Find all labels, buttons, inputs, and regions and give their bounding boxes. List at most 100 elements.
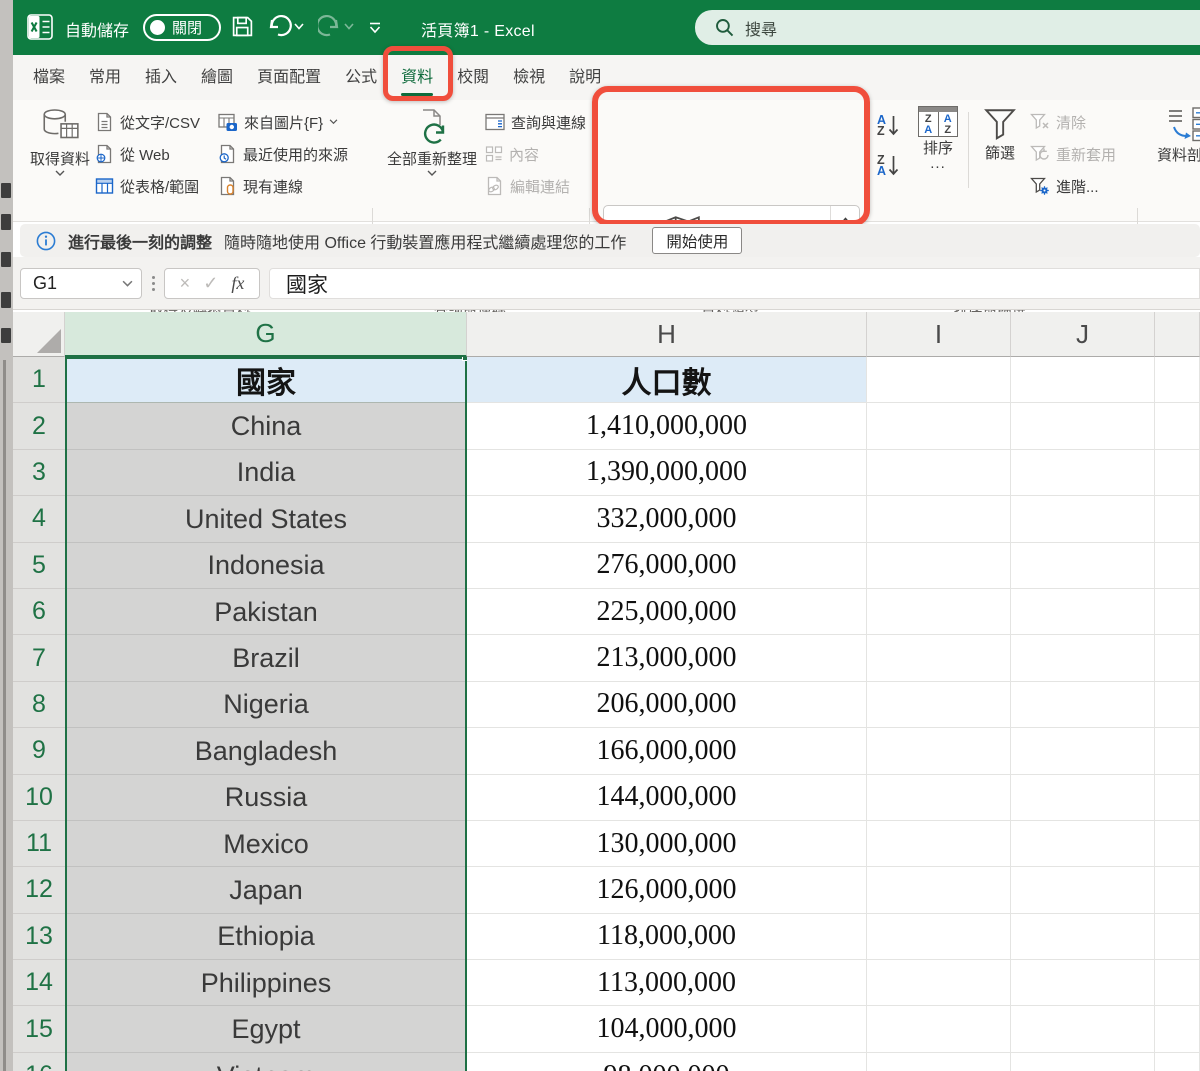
cell-empty[interactable] <box>1155 357 1200 403</box>
column-header-i[interactable]: I <box>867 312 1011 357</box>
cell-empty[interactable] <box>1011 450 1155 496</box>
text-to-columns-button[interactable]: 資料剖析 <box>1145 106 1200 166</box>
cell-empty[interactable] <box>1011 1006 1155 1052</box>
cell-empty[interactable] <box>867 728 1011 774</box>
row-number[interactable]: 14 <box>13 960 65 1006</box>
row-number[interactable]: 7 <box>13 635 65 681</box>
cell-empty[interactable] <box>1155 403 1200 449</box>
active-cell-g1[interactable]: 國家 <box>65 357 467 403</box>
row-number[interactable]: 6 <box>13 589 65 635</box>
cell-empty[interactable] <box>1011 682 1155 728</box>
cell-empty[interactable] <box>1155 960 1200 1006</box>
cell-population[interactable]: 206,000,000 <box>467 682 867 728</box>
cell-country[interactable]: Pakistan <box>65 589 467 635</box>
cell-country[interactable]: Bangladesh <box>65 728 467 774</box>
column-header-h[interactable]: H <box>467 312 867 357</box>
formula-input[interactable]: 國家 <box>269 268 1200 299</box>
insert-function-icon[interactable]: fx <box>231 273 244 294</box>
row-number[interactable]: 5 <box>13 543 65 589</box>
cell-population[interactable]: 98,000,000 <box>467 1053 867 1071</box>
cell-country[interactable]: Mexico <box>65 821 467 867</box>
from-web-button[interactable]: 從 Web <box>95 140 170 168</box>
cell-empty[interactable] <box>1011 403 1155 449</box>
cell-empty[interactable] <box>1011 775 1155 821</box>
queries-connections-button[interactable]: 查詢與連線 <box>485 108 586 136</box>
cell-population[interactable]: 213,000,000 <box>467 635 867 681</box>
from-picture-button[interactable]: 來自圖片{F} <box>218 108 338 136</box>
cell-country[interactable]: Indonesia <box>65 543 467 589</box>
row-number[interactable]: 13 <box>13 914 65 960</box>
tab-page-layout[interactable]: 頁面配置 <box>245 55 333 100</box>
cell-country[interactable]: India <box>65 450 467 496</box>
row-number[interactable]: 11 <box>13 821 65 867</box>
sort-button[interactable]: ZA AZ 排序 ... <box>912 106 964 168</box>
cell-empty[interactable] <box>867 589 1011 635</box>
cell-population[interactable]: 276,000,000 <box>467 543 867 589</box>
from-text-csv-button[interactable]: 從文字/CSV <box>95 108 200 136</box>
cell-empty[interactable] <box>1155 543 1200 589</box>
filter-button[interactable]: 篩選 <box>975 106 1025 164</box>
cell-country[interactable]: China <box>65 403 467 449</box>
cell-empty[interactable] <box>867 867 1011 913</box>
cell-country[interactable]: Egypt <box>65 1006 467 1052</box>
cell-population[interactable]: 144,000,000 <box>467 775 867 821</box>
cell-empty[interactable] <box>867 450 1011 496</box>
cell-empty[interactable] <box>1155 728 1200 774</box>
search-box[interactable]: 搜尋 <box>695 10 1200 45</box>
tab-formulas[interactable]: 公式 <box>333 55 389 100</box>
row-number[interactable]: 10 <box>13 775 65 821</box>
cell-empty[interactable] <box>1155 775 1200 821</box>
cell-population[interactable]: 130,000,000 <box>467 821 867 867</box>
cell-empty[interactable] <box>1011 357 1155 403</box>
from-table-range-button[interactable]: 從表格/範圍 <box>95 172 199 200</box>
cell-empty[interactable] <box>867 357 1011 403</box>
cell-population[interactable]: 118,000,000 <box>467 914 867 960</box>
cell-empty[interactable] <box>1155 821 1200 867</box>
column-header-partial[interactable] <box>1155 312 1200 357</box>
cell-empty[interactable] <box>867 914 1011 960</box>
cell-country[interactable]: Nigeria <box>65 682 467 728</box>
cell-empty[interactable] <box>1011 543 1155 589</box>
cell-empty[interactable] <box>1011 960 1155 1006</box>
cell-empty[interactable] <box>1011 821 1155 867</box>
cell-empty[interactable] <box>867 403 1011 449</box>
cell-empty[interactable] <box>867 821 1011 867</box>
cell-population[interactable]: 332,000,000 <box>467 496 867 542</box>
get-started-button[interactable]: 開始使用 <box>652 227 742 254</box>
cell-empty[interactable] <box>1011 914 1155 960</box>
tab-help[interactable]: 說明 <box>557 55 613 100</box>
cell-empty[interactable] <box>867 1006 1011 1052</box>
column-header-j[interactable]: J <box>1011 312 1155 357</box>
tab-file[interactable]: 檔案 <box>21 55 77 100</box>
name-box[interactable]: G1 <box>20 268 142 299</box>
cell-population[interactable]: 166,000,000 <box>467 728 867 774</box>
cell-empty[interactable] <box>867 682 1011 728</box>
column-header-g[interactable]: G <box>65 312 467 357</box>
row-number[interactable]: 1 <box>13 357 65 403</box>
cell-empty[interactable] <box>1155 914 1200 960</box>
cell-population[interactable]: 1,410,000,000 <box>467 403 867 449</box>
cell-empty[interactable] <box>867 1053 1011 1071</box>
cell-empty[interactable] <box>1011 496 1155 542</box>
tab-home[interactable]: 常用 <box>77 55 133 100</box>
cell-empty[interactable] <box>1155 1053 1200 1071</box>
cell-country[interactable]: Japan <box>65 867 467 913</box>
cell-empty[interactable] <box>1155 635 1200 681</box>
refresh-all-button[interactable]: 全部重新整理 <box>381 108 483 177</box>
row-number[interactable]: 3 <box>13 450 65 496</box>
cell-empty[interactable] <box>1011 635 1155 681</box>
tab-view[interactable]: 檢視 <box>501 55 557 100</box>
cell-empty[interactable] <box>1155 867 1200 913</box>
cell-population[interactable]: 113,000,000 <box>467 960 867 1006</box>
cell-country[interactable]: Russia <box>65 775 467 821</box>
row-number[interactable]: 16 <box>13 1053 65 1071</box>
cell-country[interactable]: Philippines <box>65 960 467 1006</box>
cell-empty[interactable] <box>867 543 1011 589</box>
cell-empty[interactable] <box>1155 589 1200 635</box>
recent-sources-button[interactable]: 最近使用的來源 <box>218 140 348 168</box>
excel-app-icon[interactable] <box>27 14 53 40</box>
cell-empty[interactable] <box>867 775 1011 821</box>
cell-country[interactable]: United States <box>65 496 467 542</box>
cell-h1[interactable]: 人口數 <box>467 357 867 403</box>
row-number[interactable]: 2 <box>13 403 65 449</box>
